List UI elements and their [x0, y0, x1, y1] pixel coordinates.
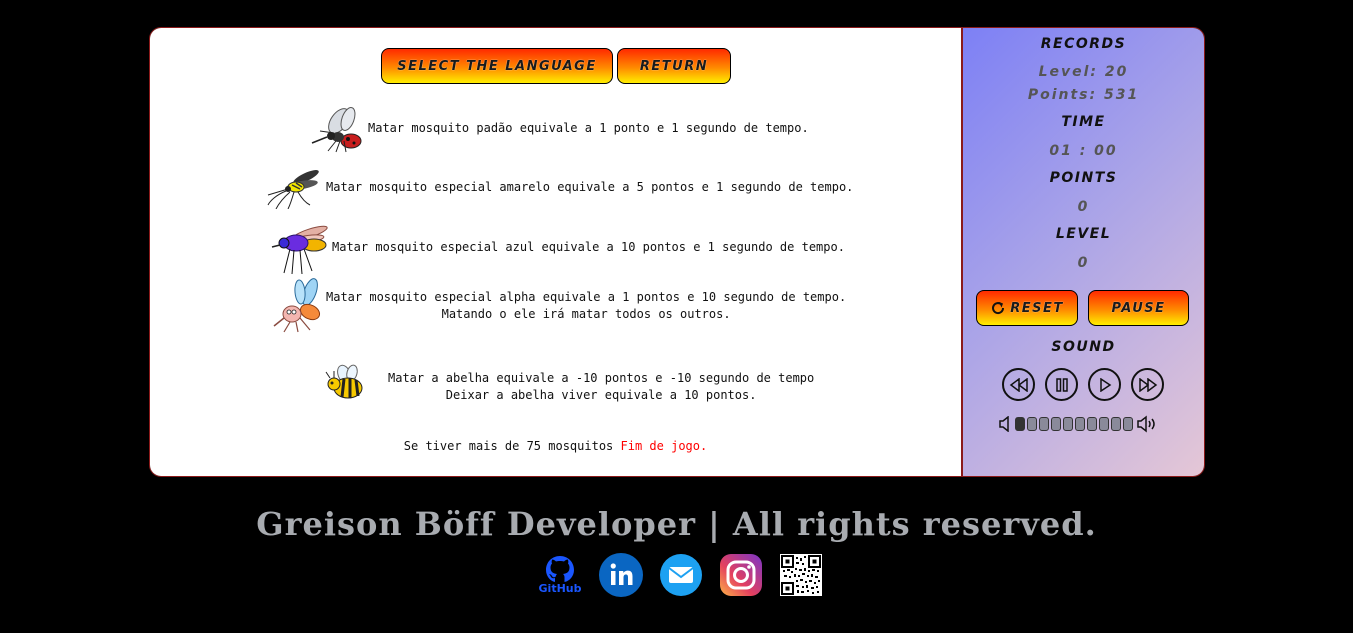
- records-title: Records: [1040, 36, 1127, 52]
- volume-segment[interactable]: [1051, 417, 1061, 431]
- footer-copyright: Greison Böff Developer | All rights rese…: [256, 505, 1097, 543]
- volume-control: [999, 415, 1159, 433]
- pause-button[interactable]: Pause: [1088, 290, 1189, 326]
- rule-text: Matar mosquito padão equivale a 1 ponto …: [368, 120, 809, 135]
- stats-sidebar: Records Level: 20 Points: 531 Time 01 : …: [963, 28, 1204, 476]
- play-icon: [1099, 377, 1111, 392]
- level-title: Level: [1055, 226, 1112, 242]
- qr-code-link[interactable]: [779, 553, 823, 597]
- points-title: Points: [1049, 170, 1118, 186]
- points-value: 0: [1077, 199, 1090, 215]
- rule-text: Matar mosquito especial alpha equivale a…: [326, 289, 846, 323]
- rule-row: Matar a abelha equivale a -10 pontos e -…: [322, 364, 814, 410]
- volume-segment[interactable]: [1039, 417, 1049, 431]
- volume-segment[interactable]: [1111, 417, 1121, 431]
- yellow-mosquito-icon: [267, 170, 319, 209]
- volume-segment[interactable]: [1015, 417, 1025, 431]
- instructions-panel: Select the language Return Matar mosquit…: [150, 28, 963, 476]
- fast-forward-icon: [1138, 377, 1157, 392]
- game-over-highlight: Fim de jogo.: [620, 439, 708, 453]
- game-over-rule: Se tiver mais de 75 mosquitos Fim de jog…: [150, 439, 961, 453]
- pause-icon: [1055, 377, 1068, 392]
- blue-mosquito-icon: [271, 225, 328, 275]
- volume-segment[interactable]: [1063, 417, 1073, 431]
- pause-audio-button[interactable]: [1045, 368, 1078, 401]
- github-label: GitHub: [538, 582, 582, 595]
- volume-segment[interactable]: [1087, 417, 1097, 431]
- reset-button[interactable]: Reset: [976, 290, 1078, 326]
- return-button[interactable]: Return: [617, 48, 731, 84]
- red-mosquito-icon: [311, 107, 362, 153]
- instagram-icon: [720, 554, 762, 596]
- volume-segment[interactable]: [1027, 417, 1037, 431]
- volume-slider[interactable]: [1015, 417, 1133, 431]
- refresh-icon: [992, 302, 1005, 315]
- rule-row: Matar mosquito especial azul equivale a …: [270, 219, 845, 275]
- linkedin-icon: [599, 553, 643, 597]
- level-value: 0: [1077, 255, 1090, 271]
- play-button[interactable]: [1088, 368, 1121, 401]
- github-link[interactable]: GitHub: [537, 553, 583, 597]
- bee-icon: [325, 364, 363, 399]
- rewind-icon: [1009, 377, 1028, 392]
- select-language-label: Select the language: [397, 58, 597, 74]
- time-title: Time: [1061, 114, 1106, 130]
- fast-forward-button[interactable]: [1131, 368, 1164, 401]
- github-icon: [546, 556, 574, 582]
- records-points: Points: 531: [1027, 87, 1140, 103]
- social-links: GitHub: [537, 553, 823, 597]
- rule-text: Matar mosquito especial azul equivale a …: [332, 239, 845, 254]
- pause-label: Pause: [1111, 300, 1166, 316]
- volume-segment[interactable]: [1123, 417, 1133, 431]
- rule-row: Matar mosquito especial amarelo equivale…: [266, 165, 853, 209]
- volume-low-icon[interactable]: [999, 416, 1011, 432]
- rule-line-1: Matar mosquito especial alpha equivale a…: [326, 290, 847, 304]
- time-value: 01 : 00: [1049, 143, 1118, 159]
- email-link[interactable]: [659, 553, 703, 597]
- rule-text: Matar a abelha equivale a -10 pontos e -…: [388, 370, 814, 404]
- rule-row: Matar mosquito padão equivale a 1 ponto …: [306, 103, 809, 153]
- rule-line-1: Matar a abelha equivale a -10 pontos e -…: [388, 371, 815, 385]
- rule-line-2: Deixar a abelha viver equivale a 10 pont…: [445, 388, 757, 402]
- alpha-mosquito-icon: [273, 278, 321, 333]
- volume-segment[interactable]: [1075, 417, 1085, 431]
- instagram-link[interactable]: [719, 553, 763, 597]
- reset-label: Reset: [1010, 300, 1064, 316]
- rule-line-2: Matando o ele irá matar todos os outros.: [441, 307, 731, 321]
- volume-segment[interactable]: [1099, 417, 1109, 431]
- select-language-button[interactable]: Select the language: [381, 48, 613, 84]
- volume-high-icon[interactable]: [1137, 415, 1159, 433]
- qr-code-icon: [780, 554, 822, 596]
- rule-text: Matar mosquito especial amarelo equivale…: [326, 179, 854, 194]
- sound-title: Sound: [1051, 339, 1116, 355]
- linkedin-link[interactable]: [599, 553, 643, 597]
- game-over-text: Se tiver mais de 75 mosquitos: [403, 439, 621, 453]
- game-frame: Select the language Return Matar mosquit…: [149, 27, 1205, 477]
- rewind-button[interactable]: [1002, 368, 1035, 401]
- records-level: Level: 20: [1038, 64, 1129, 80]
- return-label: Return: [639, 58, 709, 74]
- rule-row: Matar mosquito especial alpha equivale a…: [270, 278, 846, 334]
- email-icon: [660, 554, 702, 596]
